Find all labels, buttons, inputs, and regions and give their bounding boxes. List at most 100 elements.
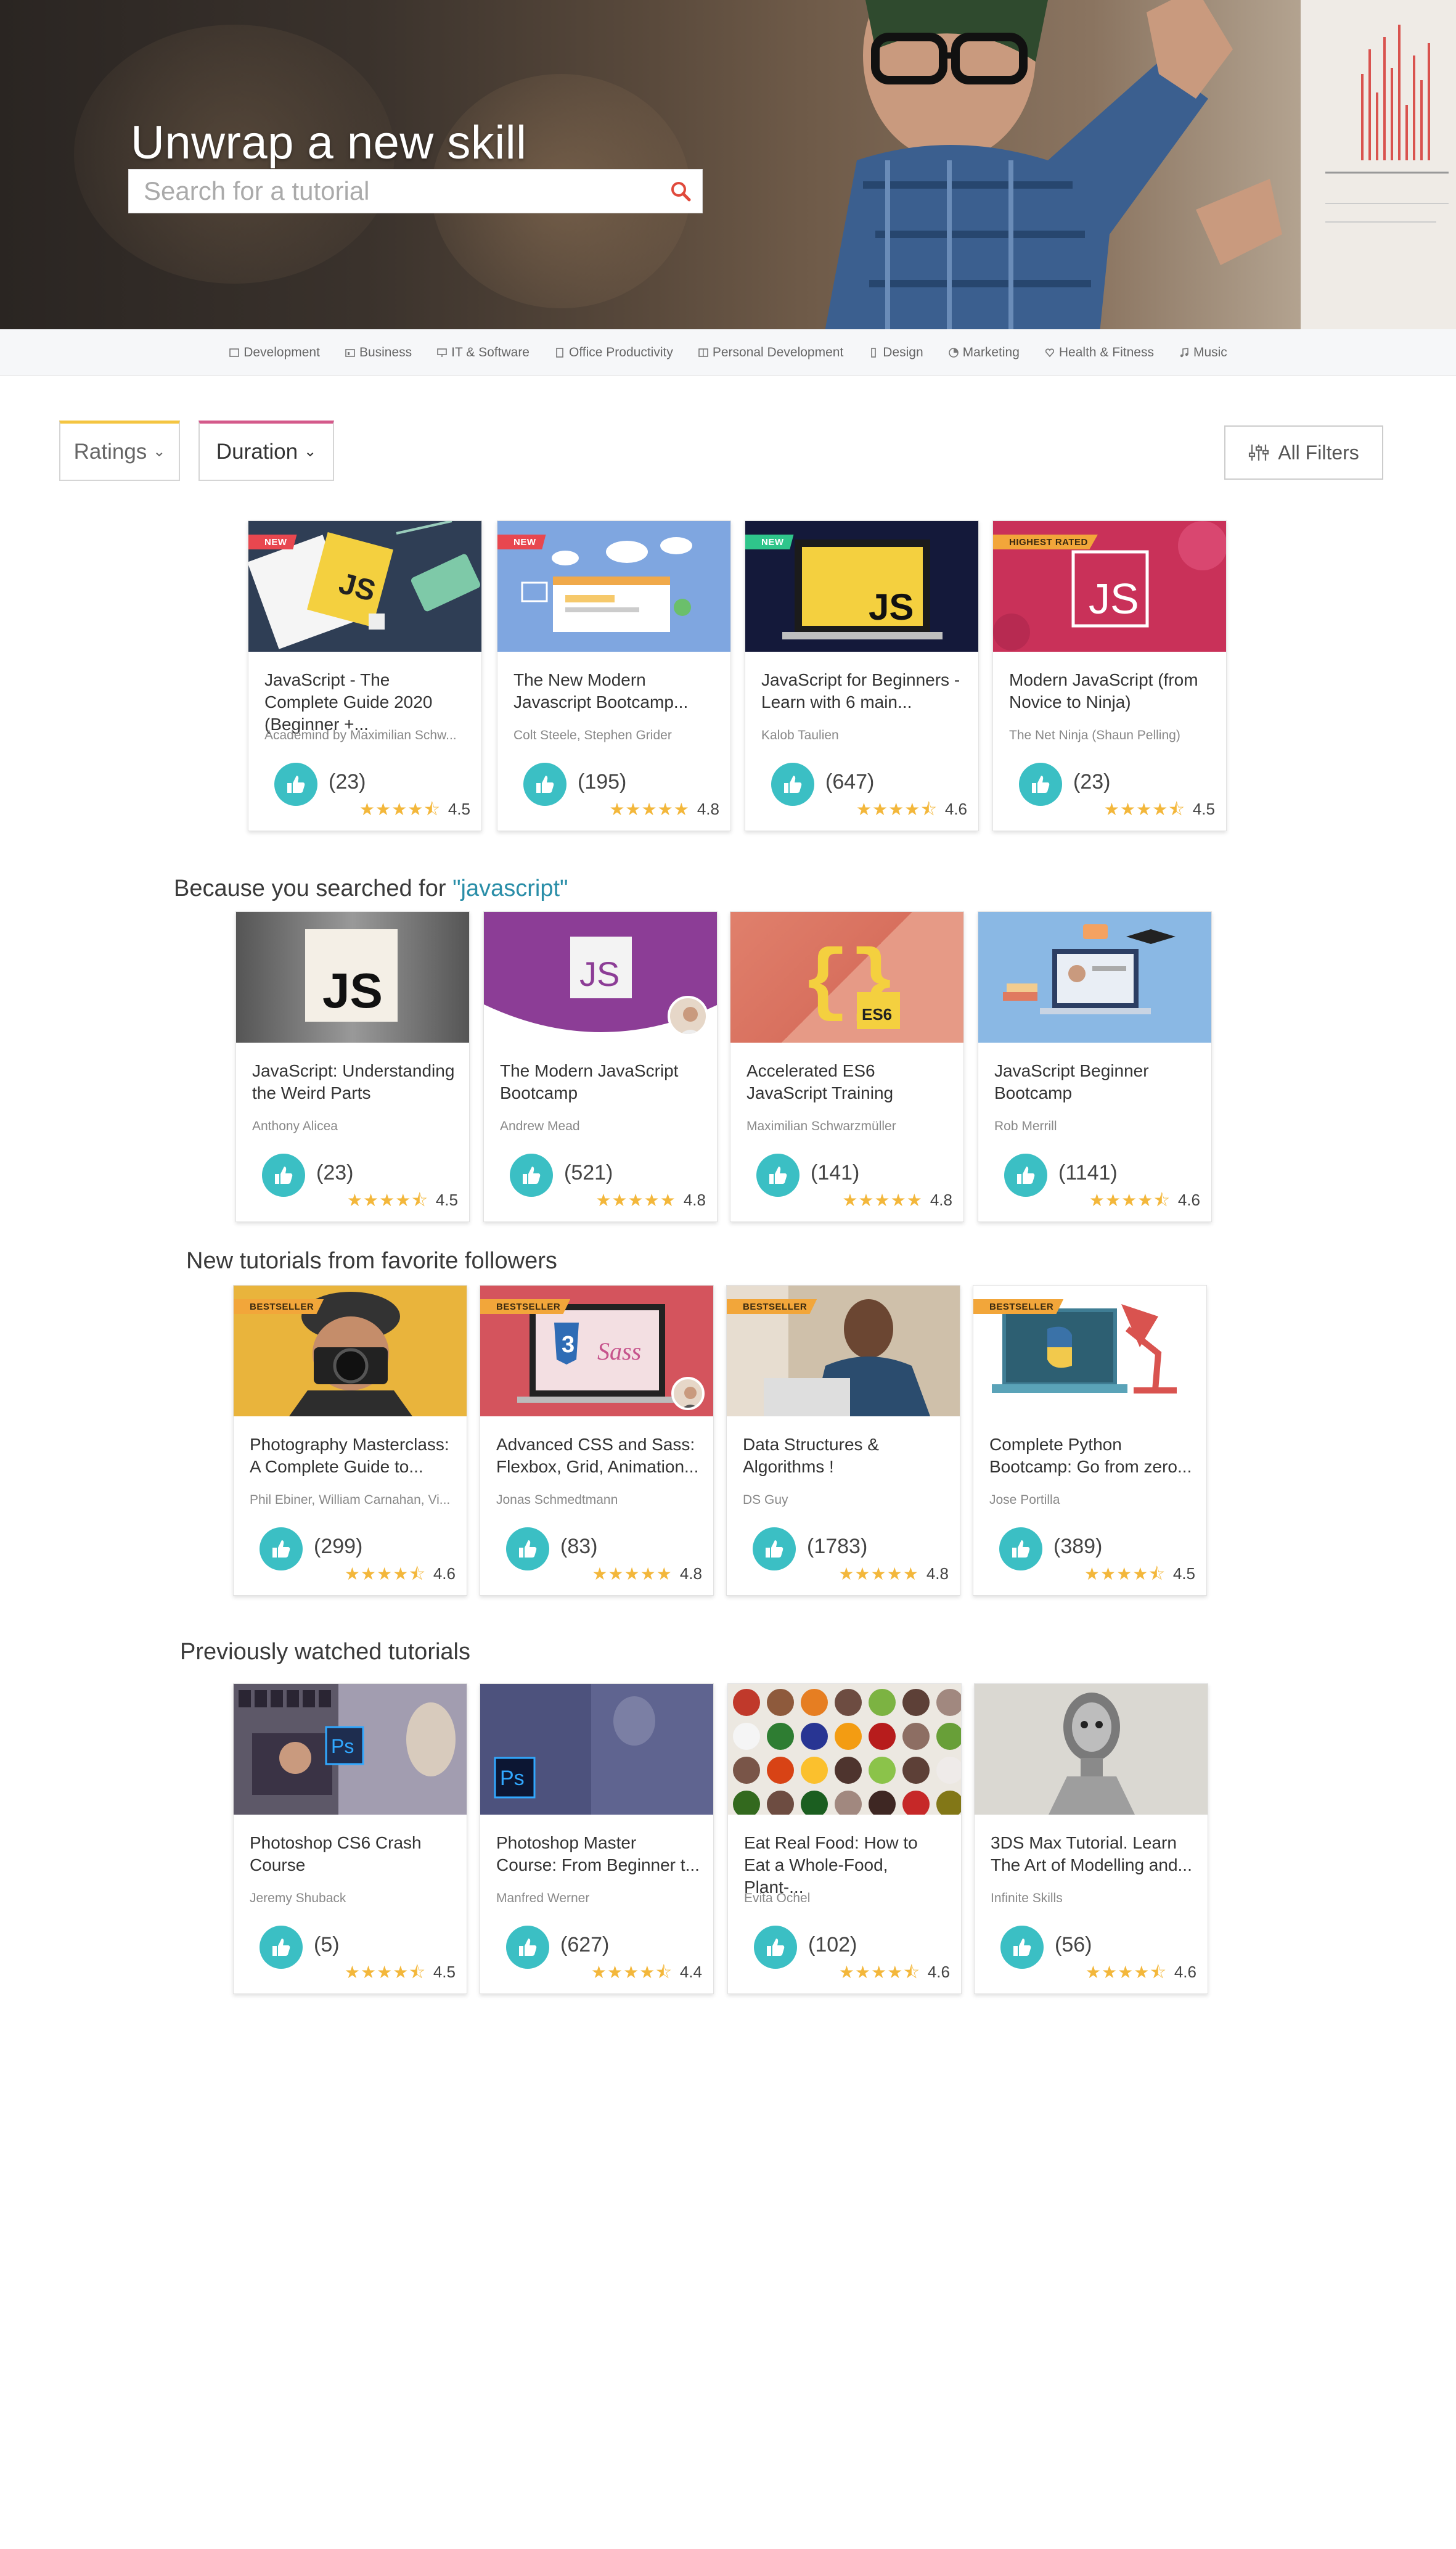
course-card[interactable]: 3 Sass BESTSELLER Advanced CSS and Sass:… [480,1285,714,1596]
chart-icon [948,347,959,358]
course-title[interactable]: Modern JavaScript (from Novice to Ninja) [1009,669,1213,713]
category-development[interactable]: Development [216,345,332,360]
hero-chart-board [1301,0,1456,329]
course-card[interactable]: {} ES6 Accelerated ES6 JavaScript Traini… [730,911,964,1222]
thumbs-up-icon[interactable] [999,1527,1042,1570]
star-rating: ★★★★★ 4.8 [595,1191,706,1210]
thumbs-up-icon[interactable] [754,1926,797,1969]
category-it-software[interactable]: IT & Software [424,345,542,360]
rating-value: 4.4 [679,1963,702,1981]
category-office-productivity[interactable]: Office Productivity [542,345,685,360]
course-title[interactable]: The Modern JavaScript Bootcamp [500,1060,703,1104]
course-title[interactable]: Photoshop CS6 Crash Course [250,1832,453,1876]
ratings-filter-dropdown[interactable]: Ratings ⌄ [59,421,180,481]
all-filters-button[interactable]: All Filters [1224,425,1383,480]
thumbs-up-icon[interactable] [1019,763,1062,806]
thumbs-up-icon[interactable] [771,763,814,806]
like-count: (102) [808,1933,857,1956]
category-business[interactable]: Business [332,345,424,360]
course-card[interactable]: Eat Real Food: How to Eat a Whole-Food, … [727,1683,962,1994]
star-rating: ★★★★⯪ 4.4 [591,1963,702,1982]
course-card[interactable]: JS The Modern JavaScript Bootcamp Andrew… [483,911,718,1222]
badge-new: NEW [745,535,794,549]
thumbs-up-icon[interactable] [274,763,317,806]
whole-food-bowls-illustration [728,1684,961,1815]
thumbs-up-icon[interactable] [756,1154,800,1197]
course-card[interactable]: JS HIGHEST RATED Modern JavaScript (from… [992,520,1227,831]
course-title[interactable]: 3DS Max Tutorial. Learn The Art of Model… [991,1832,1194,1876]
category-design[interactable]: Design [856,345,935,360]
thumbs-up-icon[interactable] [523,763,566,806]
course-title[interactable]: JavaScript Beginner Bootcamp [994,1060,1198,1104]
rating-value: 4.8 [926,1564,949,1583]
category-health-fitness[interactable]: Health & Fitness [1032,345,1166,360]
js-logo-text: JS [322,963,383,1018]
thumbs-up-icon[interactable] [753,1527,796,1570]
course-card[interactable]: Ps Photoshop Master Course: From Beginne… [480,1683,714,1994]
course-title[interactable]: Eat Real Food: How to Eat a Whole-Food, … [744,1832,947,1898]
category-music[interactable]: Music [1166,345,1240,360]
section-title-followers: New tutorials from favorite followers [186,1248,557,1274]
like-count: (1783) [807,1535,868,1558]
stars-icon: ★★★★⯪ [344,1564,426,1583]
course-card[interactable]: JS JavaScript: Understanding the Weird P… [235,911,470,1222]
thumbs-up-icon[interactable] [262,1154,305,1197]
course-card[interactable]: JS NEW JavaScript - The Complete Guide 2… [248,520,482,831]
search-icon[interactable] [659,170,702,213]
course-card[interactable]: JS NEW JavaScript for Beginners - Learn … [745,520,979,831]
course-title[interactable]: JavaScript: Understanding the Weird Part… [252,1060,456,1104]
instructor-avatar [671,1377,705,1410]
course-title[interactable]: Complete Python Bootcamp: Go from zero..… [989,1434,1193,1478]
course-title[interactable]: Advanced CSS and Sass: Flexbox, Grid, An… [496,1434,700,1478]
course-card[interactable]: 3DS Max Tutorial. Learn The Art of Model… [974,1683,1208,1994]
like-count: (647) [825,770,875,794]
duration-filter-dropdown[interactable]: Duration ⌄ [198,421,334,481]
course-card[interactable]: BESTSELLER Photography Masterclass: A Co… [233,1285,467,1596]
search-query-link[interactable]: "javascript" [452,876,568,901]
star-rating: ★★★★⯪ 4.5 [1104,800,1215,819]
thumbs-up-icon[interactable] [1004,1154,1047,1197]
category-label: Music [1193,345,1227,359]
category-label: Office Productivity [569,345,673,359]
category-personal-development[interactable]: Personal Development [685,345,856,360]
thumbs-up-icon[interactable] [1000,1926,1044,1969]
all-filters-label: All Filters [1278,441,1359,464]
thumbs-up-icon[interactable] [260,1926,303,1969]
course-title[interactable]: Accelerated ES6 JavaScript Training [746,1060,950,1104]
thumbs-up-icon[interactable] [506,1926,549,1969]
course-card[interactable]: BESTSELLER Complete Python Bootcamp: Go … [973,1285,1207,1596]
thumbs-up-icon[interactable] [510,1154,553,1197]
course-card[interactable]: NEW The New Modern Javascript Bootcamp..… [497,520,731,831]
sliders-icon [1249,445,1269,461]
badge-bestseller: BESTSELLER [480,1299,571,1314]
category-label: Business [359,345,412,359]
stars-icon: ★★★★★ [609,799,690,819]
category-marketing[interactable]: Marketing [936,345,1032,360]
stars-icon: ★★★★★ [592,1564,673,1583]
thumbs-up-icon[interactable] [506,1527,549,1570]
rating-value: 4.8 [930,1191,952,1209]
star-rating: ★★★★⯪ 4.6 [856,800,967,819]
course-author: The Net Ninja (Shaun Pelling) [1009,728,1180,742]
stars-icon: ★★★★★ [595,1190,676,1210]
course-title[interactable]: Photoshop Master Course: From Beginner t… [496,1832,700,1876]
photoshop-master-illustration: Ps [480,1684,713,1815]
course-thumbnail [728,1684,961,1815]
badge-bestseller: BESTSELLER [973,1299,1064,1314]
course-title[interactable]: JavaScript for Beginners - Learn with 6 … [761,669,965,713]
course-card[interactable]: Ps Photoshop CS6 Crash Course Jeremy Shu… [233,1683,467,1994]
course-title[interactable]: Data Structures & Algorithms ! [743,1434,946,1478]
like-count: (389) [1053,1535,1103,1558]
course-title[interactable]: The New Modern Javascript Bootcamp... [513,669,717,713]
course-title[interactable]: JavaScript - The Complete Guide 2020 (Be… [264,669,468,736]
chevron-down-icon: ⌄ [304,443,317,460]
search-input[interactable] [129,170,659,213]
beginner-bootcamp-illustration [1003,924,1176,1014]
thumbs-up-icon[interactable] [260,1527,303,1570]
book-icon [698,348,708,357]
course-card[interactable]: JavaScript Beginner Bootcamp Rob Merrill… [978,911,1212,1222]
course-card[interactable]: BESTSELLER Data Structures & Algorithms … [726,1285,960,1596]
rating-value: 4.5 [448,800,470,818]
course-title[interactable]: Photography Masterclass: A Complete Guid… [250,1434,453,1478]
rating-value: 4.8 [697,800,719,818]
